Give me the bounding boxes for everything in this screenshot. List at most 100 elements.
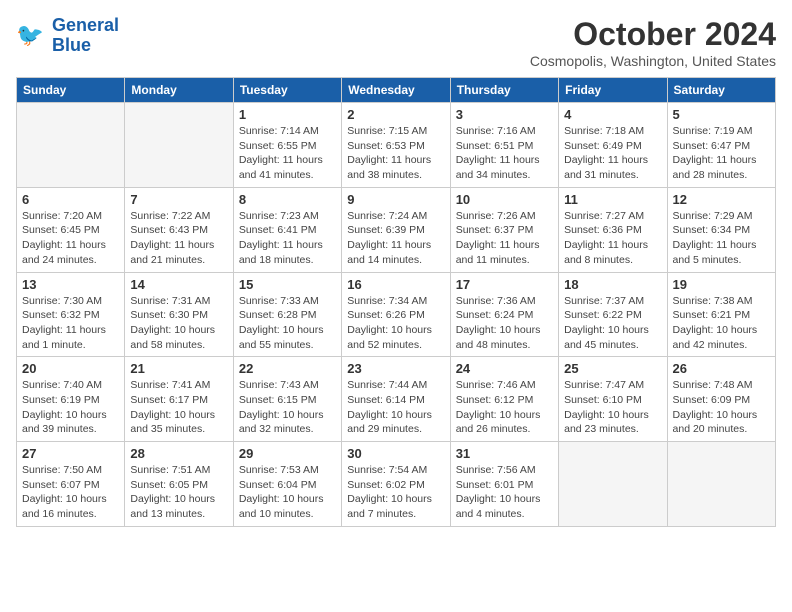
- day-info: Sunrise: 7:19 AM Sunset: 6:47 PM Dayligh…: [673, 124, 770, 183]
- calendar-cell: 10 Sunrise: 7:26 AM Sunset: 6:37 PM Dayli…: [450, 187, 558, 272]
- day-number: 6: [22, 192, 119, 207]
- calendar-cell: 7 Sunrise: 7:22 AM Sunset: 6:43 PM Daylig…: [125, 187, 233, 272]
- day-number: 16: [347, 277, 444, 292]
- day-info: Sunrise: 7:56 AM Sunset: 6:01 PM Dayligh…: [456, 463, 553, 522]
- calendar-cell: 22 Sunrise: 7:43 AM Sunset: 6:15 PM Dayli…: [233, 357, 341, 442]
- calendar-cell: 4Sunrise: 7:18 AM Sunset: 6:49 PM Daylig…: [559, 103, 667, 188]
- calendar-cell: 27 Sunrise: 7:50 AM Sunset: 6:07 PM Dayli…: [17, 442, 125, 527]
- day-info: Sunrise: 7:51 AM Sunset: 6:05 PM Dayligh…: [130, 463, 227, 522]
- calendar-cell: 28Sunrise: 7:51 AM Sunset: 6:05 PM Dayli…: [125, 442, 233, 527]
- day-number: 11: [564, 192, 661, 207]
- day-number: 14: [130, 277, 227, 292]
- day-number: 17: [456, 277, 553, 292]
- day-info: Sunrise: 7:50 AM Sunset: 6:07 PM Dayligh…: [22, 463, 119, 522]
- day-info: Sunrise: 7:36 AM Sunset: 6:24 PM Dayligh…: [456, 294, 553, 353]
- calendar-cell: 6 Sunrise: 7:20 AM Sunset: 6:45 PM Daylig…: [17, 187, 125, 272]
- day-info: Sunrise: 7:24 AM Sunset: 6:39 PM Dayligh…: [347, 209, 444, 268]
- day-number: 24: [456, 361, 553, 376]
- day-number: 26: [673, 361, 770, 376]
- day-info: Sunrise: 7:27 AM Sunset: 6:36 PM Dayligh…: [564, 209, 661, 268]
- calendar-cell: 31 Sunrise: 7:56 AM Sunset: 6:01 PM Dayli…: [450, 442, 558, 527]
- calendar-cell: 3 Sunrise: 7:16 AM Sunset: 6:51 PM Daylig…: [450, 103, 558, 188]
- logo-blue: Blue: [52, 36, 119, 56]
- calendar-cell: 11 Sunrise: 7:27 AM Sunset: 6:36 PM Dayli…: [559, 187, 667, 272]
- day-info: Sunrise: 7:53 AM Sunset: 6:04 PM Dayligh…: [239, 463, 336, 522]
- day-header-tuesday: Tuesday: [233, 78, 341, 103]
- page-header: 🐦 General Blue October 2024 Cosmopolis, …: [16, 16, 776, 69]
- calendar-cell: 23 Sunrise: 7:44 AM Sunset: 6:14 PM Dayli…: [342, 357, 450, 442]
- day-number: 27: [22, 446, 119, 461]
- day-info: Sunrise: 7:18 AM Sunset: 6:49 PM Dayligh…: [564, 124, 661, 183]
- month-title: October 2024: [530, 16, 776, 53]
- calendar-cell: 15Sunrise: 7:33 AM Sunset: 6:28 PM Dayli…: [233, 272, 341, 357]
- day-header-monday: Monday: [125, 78, 233, 103]
- calendar-cell: 18 Sunrise: 7:37 AM Sunset: 6:22 PM Dayli…: [559, 272, 667, 357]
- day-number: 20: [22, 361, 119, 376]
- day-number: 18: [564, 277, 661, 292]
- calendar-cell: 5Sunrise: 7:19 AM Sunset: 6:47 PM Daylig…: [667, 103, 775, 188]
- calendar-cell: 12 Sunrise: 7:29 AM Sunset: 6:34 PM Dayli…: [667, 187, 775, 272]
- day-number: 2: [347, 107, 444, 122]
- day-number: 10: [456, 192, 553, 207]
- day-number: 7: [130, 192, 227, 207]
- calendar-cell: 8Sunrise: 7:23 AM Sunset: 6:41 PM Daylig…: [233, 187, 341, 272]
- day-header-saturday: Saturday: [667, 78, 775, 103]
- day-info: Sunrise: 7:54 AM Sunset: 6:02 PM Dayligh…: [347, 463, 444, 522]
- day-info: Sunrise: 7:14 AM Sunset: 6:55 PM Dayligh…: [239, 124, 336, 183]
- day-info: Sunrise: 7:22 AM Sunset: 6:43 PM Dayligh…: [130, 209, 227, 268]
- day-info: Sunrise: 7:37 AM Sunset: 6:22 PM Dayligh…: [564, 294, 661, 353]
- day-info: Sunrise: 7:20 AM Sunset: 6:45 PM Dayligh…: [22, 209, 119, 268]
- day-info: Sunrise: 7:48 AM Sunset: 6:09 PM Dayligh…: [673, 378, 770, 437]
- calendar-cell: 9 Sunrise: 7:24 AM Sunset: 6:39 PM Daylig…: [342, 187, 450, 272]
- day-number: 23: [347, 361, 444, 376]
- day-info: Sunrise: 7:38 AM Sunset: 6:21 PM Dayligh…: [673, 294, 770, 353]
- day-info: Sunrise: 7:43 AM Sunset: 6:15 PM Dayligh…: [239, 378, 336, 437]
- day-number: 9: [347, 192, 444, 207]
- day-info: Sunrise: 7:46 AM Sunset: 6:12 PM Dayligh…: [456, 378, 553, 437]
- calendar-header-row: SundayMondayTuesdayWednesdayThursdayFrid…: [17, 78, 776, 103]
- calendar-cell: 21 Sunrise: 7:41 AM Sunset: 6:17 PM Dayli…: [125, 357, 233, 442]
- calendar-cell: 24 Sunrise: 7:46 AM Sunset: 6:12 PM Dayli…: [450, 357, 558, 442]
- location-subtitle: Cosmopolis, Washington, United States: [530, 53, 776, 69]
- day-number: 3: [456, 107, 553, 122]
- day-number: 12: [673, 192, 770, 207]
- calendar-cell: 16 Sunrise: 7:34 AM Sunset: 6:26 PM Dayli…: [342, 272, 450, 357]
- day-info: Sunrise: 7:31 AM Sunset: 6:30 PM Dayligh…: [130, 294, 227, 353]
- day-number: 30: [347, 446, 444, 461]
- day-info: Sunrise: 7:16 AM Sunset: 6:51 PM Dayligh…: [456, 124, 553, 183]
- day-info: Sunrise: 7:29 AM Sunset: 6:34 PM Dayligh…: [673, 209, 770, 268]
- day-info: Sunrise: 7:34 AM Sunset: 6:26 PM Dayligh…: [347, 294, 444, 353]
- day-info: Sunrise: 7:30 AM Sunset: 6:32 PM Dayligh…: [22, 294, 119, 353]
- day-header-thursday: Thursday: [450, 78, 558, 103]
- day-number: 19: [673, 277, 770, 292]
- day-number: 29: [239, 446, 336, 461]
- day-info: Sunrise: 7:40 AM Sunset: 6:19 PM Dayligh…: [22, 378, 119, 437]
- day-number: 31: [456, 446, 553, 461]
- calendar-cell: [17, 103, 125, 188]
- day-header-wednesday: Wednesday: [342, 78, 450, 103]
- calendar-table: SundayMondayTuesdayWednesdayThursdayFrid…: [16, 77, 776, 527]
- logo: 🐦 General Blue: [16, 16, 119, 56]
- calendar-cell: 20 Sunrise: 7:40 AM Sunset: 6:19 PM Dayli…: [17, 357, 125, 442]
- logo-text: General Blue: [52, 16, 119, 56]
- day-number: 21: [130, 361, 227, 376]
- calendar-week-1: 1Sunrise: 7:14 AM Sunset: 6:55 PM Daylig…: [17, 103, 776, 188]
- calendar-cell: 30 Sunrise: 7:54 AM Sunset: 6:02 PM Dayli…: [342, 442, 450, 527]
- calendar-cell: [667, 442, 775, 527]
- calendar-week-5: 27 Sunrise: 7:50 AM Sunset: 6:07 PM Dayli…: [17, 442, 776, 527]
- calendar-cell: 29 Sunrise: 7:53 AM Sunset: 6:04 PM Dayli…: [233, 442, 341, 527]
- calendar-cell: [559, 442, 667, 527]
- day-header-sunday: Sunday: [17, 78, 125, 103]
- day-header-friday: Friday: [559, 78, 667, 103]
- day-number: 15: [239, 277, 336, 292]
- day-info: Sunrise: 7:41 AM Sunset: 6:17 PM Dayligh…: [130, 378, 227, 437]
- day-number: 13: [22, 277, 119, 292]
- svg-text:🐦: 🐦: [16, 22, 44, 47]
- calendar-cell: 2Sunrise: 7:15 AM Sunset: 6:53 PM Daylig…: [342, 103, 450, 188]
- calendar-cell: 14 Sunrise: 7:31 AM Sunset: 6:30 PM Dayli…: [125, 272, 233, 357]
- calendar-cell: 1Sunrise: 7:14 AM Sunset: 6:55 PM Daylig…: [233, 103, 341, 188]
- day-number: 8: [239, 192, 336, 207]
- day-number: 22: [239, 361, 336, 376]
- day-info: Sunrise: 7:26 AM Sunset: 6:37 PM Dayligh…: [456, 209, 553, 268]
- day-info: Sunrise: 7:44 AM Sunset: 6:14 PM Dayligh…: [347, 378, 444, 437]
